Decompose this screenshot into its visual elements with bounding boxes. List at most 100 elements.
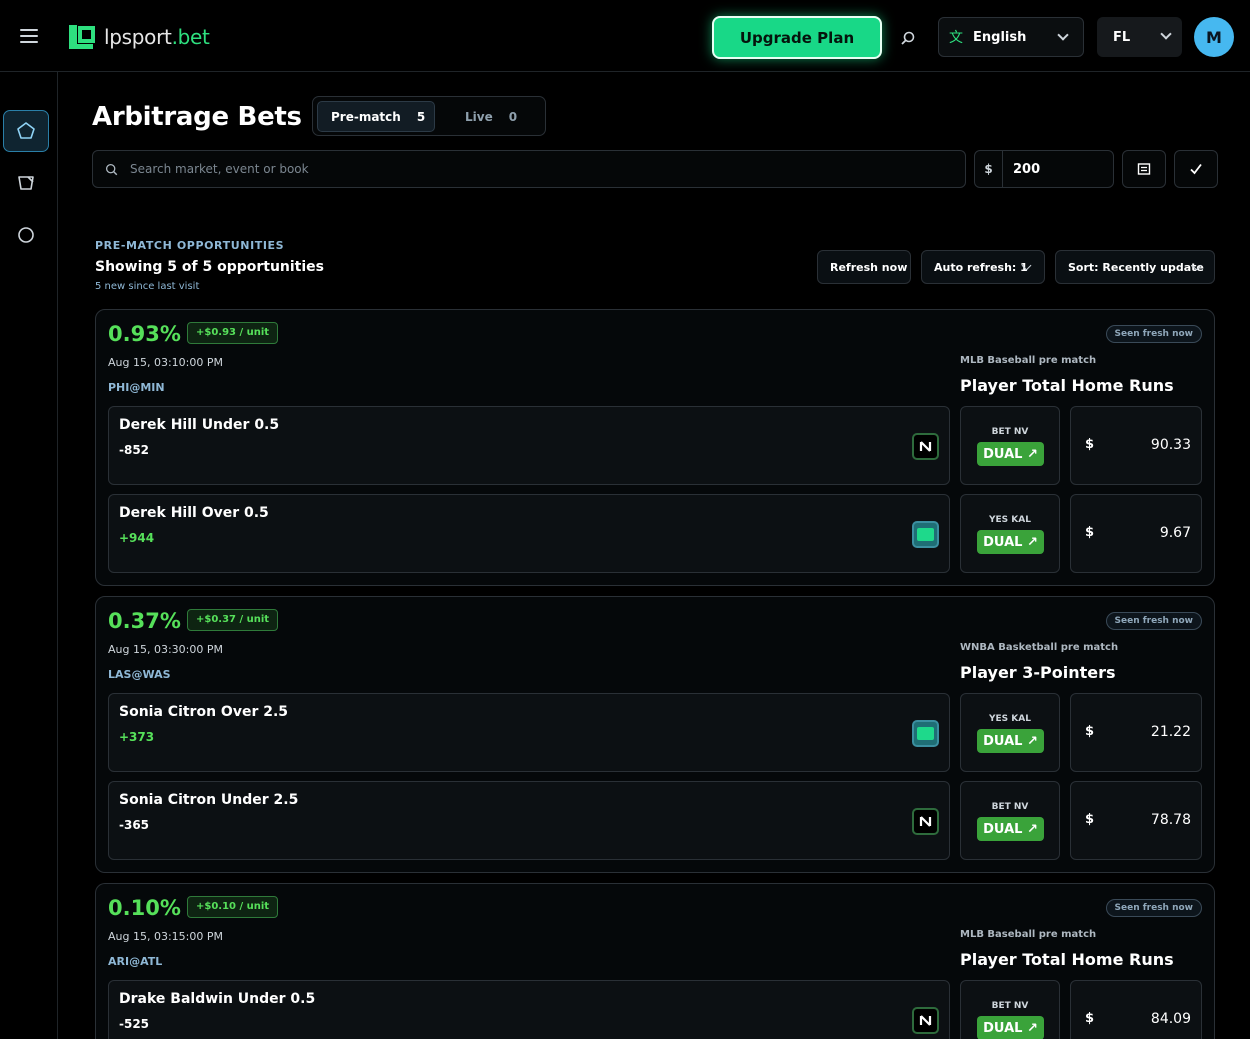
stake-amount: 21.22 — [1150, 724, 1191, 740]
sportsbook-box: BET NV DUAL ↗ — [960, 406, 1060, 485]
leg-selection: Derek Hill Under 0.5 — [119, 417, 280, 433]
leg-selection: Derek Hill Over 0.5 — [119, 505, 269, 521]
refresh-now-button[interactable]: Refresh now — [817, 250, 911, 284]
leg-odds: -852 — [119, 443, 150, 457]
league-label: MLB Baseball pre match — [960, 355, 1097, 366]
top-bar: lpsport.bet Upgrade Plan 文 English FL M — [0, 0, 1250, 72]
ticket-icon — [18, 176, 34, 190]
leg-selection: Drake Baldwin Under 0.5 — [119, 991, 316, 1007]
main-content: Arbitrage Bets Pre-match 5 Live 0 $ — [58, 72, 1250, 1039]
dual-button[interactable]: DUAL ↗ — [977, 442, 1044, 466]
leg-odds: +373 — [119, 730, 155, 744]
sidebar-item-account[interactable] — [3, 214, 49, 256]
stake-input[interactable] — [1013, 161, 1113, 177]
logo-mark-icon — [69, 25, 95, 49]
sportsbook-box: YES KAL DUAL ↗ — [960, 494, 1060, 573]
event-time: Aug 15, 03:10:00 PM — [108, 356, 223, 369]
sportsbook-box: BET NV DUAL ↗ — [960, 781, 1060, 860]
sportsbook-name: YES KAL — [989, 714, 1031, 724]
sportsbook-name: BET NV — [991, 427, 1029, 437]
bet-leg[interactable]: Sonia Citron Over 2.5 +373 — [108, 693, 950, 772]
leg-selection: Sonia Citron Under 2.5 — [119, 792, 299, 808]
tab-live[interactable]: Live 0 — [453, 101, 533, 132]
profit-per-unit-badge: +$0.37 / unit — [187, 609, 279, 631]
profit-per-unit-badge: +$0.93 / unit — [187, 322, 279, 344]
sidebar-item-bets[interactable] — [3, 162, 49, 204]
state-select[interactable]: FL — [1097, 17, 1182, 57]
event-time: Aug 15, 03:30:00 PM — [108, 643, 223, 656]
translate-icon: 文 — [949, 30, 963, 46]
language-label: English — [973, 29, 1027, 45]
sort-select[interactable]: Sort: Recently update — [1055, 250, 1215, 284]
sportsbook-name: BET NV — [991, 1001, 1029, 1011]
dual-button[interactable]: DUAL ↗ — [977, 729, 1044, 753]
new-since-text: 5 new since last visit — [95, 281, 200, 292]
match-type-tabs: Pre-match 5 Live 0 — [312, 96, 546, 136]
event-matchup: ARI@ATL — [108, 955, 163, 968]
check-icon — [1190, 163, 1202, 175]
bet-leg[interactable]: Derek Hill Under 0.5 -852 — [108, 406, 950, 485]
section-label: PRE-MATCH OPPORTUNITIES — [95, 239, 285, 252]
currency-symbol: $ — [1085, 437, 1095, 452]
profit-percent: 0.93% — [108, 322, 181, 346]
page-title: Arbitrage Bets — [92, 102, 302, 132]
currency-symbol: $ — [1085, 724, 1095, 739]
search-bar — [92, 150, 966, 188]
sort-label: Sort: Recently update — [1068, 260, 1204, 274]
auto-refresh-select[interactable]: Auto refresh: 1 — [921, 250, 1045, 284]
sportsbook-name: BET NV — [991, 802, 1029, 812]
sportsbook-name: YES KAL — [989, 515, 1031, 525]
chevron-down-icon — [1160, 28, 1172, 40]
confirm-button[interactable] — [1174, 150, 1218, 188]
currency-symbol: $ — [1085, 812, 1095, 827]
leg-odds: -525 — [119, 1017, 150, 1031]
tag-icon — [17, 122, 35, 139]
upgrade-plan-button[interactable]: Upgrade Plan — [712, 16, 882, 59]
dual-button[interactable]: DUAL ↗ — [977, 817, 1044, 841]
event-matchup: PHI@MIN — [108, 381, 165, 394]
sidebar — [0, 72, 58, 1039]
opportunity-card: 0.10% +$0.10 / unit Aug 15, 03:15:00 PM … — [95, 883, 1215, 1039]
search-input[interactable] — [130, 162, 950, 176]
kalshi-logo-icon — [912, 720, 939, 747]
bet-leg[interactable]: Sonia Citron Under 2.5 -365 — [108, 781, 950, 860]
profit-per-unit-badge: +$0.10 / unit — [187, 896, 279, 918]
league-label: WNBA Basketball pre match — [960, 642, 1119, 653]
event-matchup: LAS@WAS — [108, 668, 171, 681]
circle-icon — [18, 227, 34, 243]
list-view-button[interactable] — [1122, 150, 1166, 188]
tab-count: 0 — [508, 109, 518, 124]
avatar[interactable]: M — [1194, 17, 1234, 57]
language-select[interactable]: 文 English — [938, 17, 1084, 57]
logo[interactable]: lpsport.bet — [66, 22, 210, 52]
currency-symbol: $ — [1085, 1011, 1095, 1026]
stake-amount: 9.67 — [1159, 525, 1191, 541]
stake-amount: 90.33 — [1150, 437, 1191, 453]
market-title: Player Total Home Runs — [960, 376, 1174, 395]
sidebar-item-arbitrage[interactable] — [3, 110, 49, 152]
freshness-badge: Seen fresh now — [1105, 612, 1202, 630]
menu-icon[interactable] — [20, 29, 38, 43]
search-icon — [105, 163, 118, 175]
search-icon[interactable] — [900, 30, 916, 46]
list-icon — [1137, 163, 1151, 175]
dual-button[interactable]: DUAL ↗ — [977, 1016, 1044, 1039]
currency-symbol: $ — [975, 150, 1003, 188]
tab-pre-match[interactable]: Pre-match 5 — [317, 101, 435, 132]
bet-leg[interactable]: Derek Hill Over 0.5 +944 — [108, 494, 950, 573]
stake-amount-box: $ 90.33 — [1070, 406, 1202, 485]
state-label: FL — [1113, 29, 1131, 45]
event-time: Aug 15, 03:15:00 PM — [108, 930, 223, 943]
chevron-down-icon — [1057, 29, 1069, 41]
stake-amount-box: $ 9.67 — [1070, 494, 1202, 573]
tab-count: 5 — [416, 109, 426, 124]
opportunity-card: 0.93% +$0.93 / unit Aug 15, 03:10:00 PM … — [95, 309, 1215, 586]
market-title: Player 3-Pointers — [960, 663, 1116, 682]
sportsbook-box: BET NV DUAL ↗ — [960, 980, 1060, 1039]
bet-leg[interactable]: Drake Baldwin Under 0.5 -525 — [108, 980, 950, 1039]
novig-logo-icon — [912, 1007, 939, 1034]
league-label: MLB Baseball pre match — [960, 929, 1097, 940]
dual-button[interactable]: DUAL ↗ — [977, 530, 1044, 554]
stake-amount-box: $ 21.22 — [1070, 693, 1202, 772]
profit-percent: 0.10% — [108, 896, 181, 920]
